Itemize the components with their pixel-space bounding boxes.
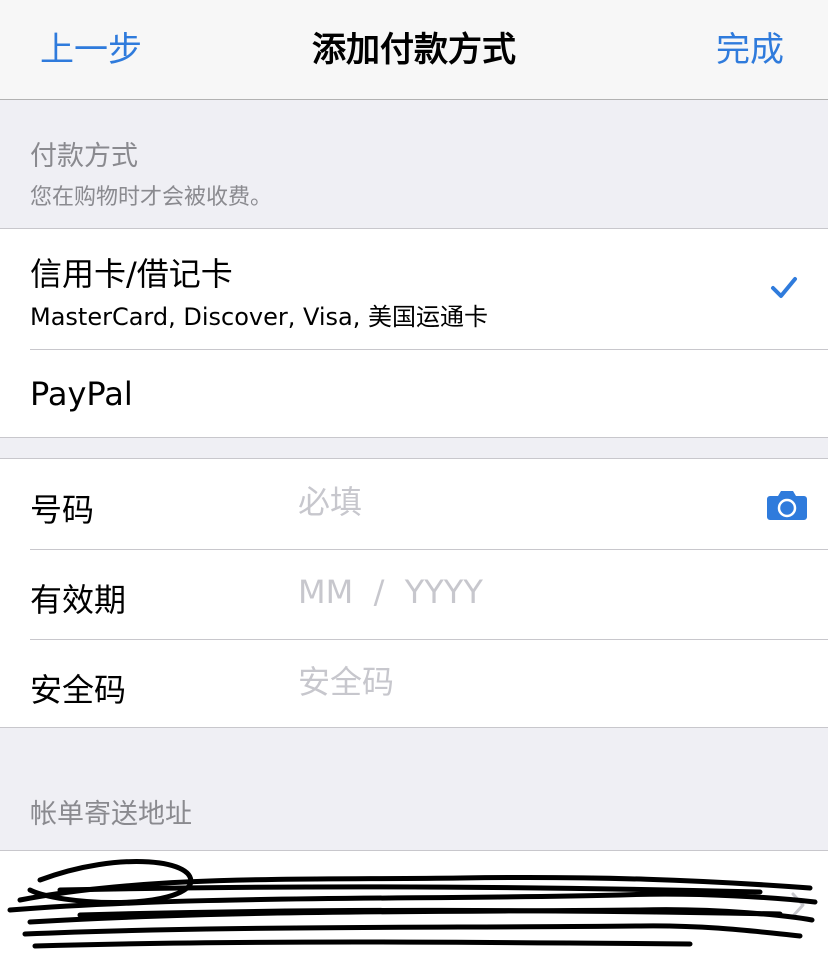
payment-method-paypal-title: PayPal <box>30 375 133 413</box>
security-code-input[interactable] <box>298 663 738 701</box>
expiry-input[interactable] <box>298 573 738 611</box>
security-code-label: 安全码 <box>30 671 127 709</box>
payment-method-card-title: 信用卡/借记卡 <box>30 255 233 293</box>
payment-method-paypal[interactable]: PayPal <box>0 349 828 437</box>
payment-section-header: 付款方式 您在购物时才会被收费。 <box>30 134 272 211</box>
card-details-form: 号码 有效期 安全码 <box>0 458 828 728</box>
expiry-row: 有效期 <box>0 549 828 639</box>
security-code-row: 安全码 <box>0 639 828 727</box>
done-button[interactable]: 完成 <box>716 22 784 71</box>
billing-section-header: 帐单寄送地址 <box>30 792 192 831</box>
card-number-row: 号码 <box>0 459 828 549</box>
expiry-label: 有效期 <box>30 581 127 619</box>
billing-section-title: 帐单寄送地址 <box>30 799 192 830</box>
card-number-input[interactable] <box>298 483 738 521</box>
checkmark-icon <box>771 277 797 298</box>
page-title: 添加付款方式 <box>312 30 516 70</box>
payment-section-subtitle: 您在购物时才会被收费。 <box>30 185 273 210</box>
payment-method-card-subtitle: MasterCard, Discover, Visa, 美国运通卡 <box>30 303 489 331</box>
chevron-right-icon <box>791 892 805 918</box>
payment-section-title: 付款方式 <box>30 141 138 172</box>
navigation-bar: 上一步 添加付款方式 完成 <box>0 0 828 100</box>
billing-address-row[interactable] <box>0 850 828 961</box>
camera-icon[interactable] <box>766 489 808 521</box>
payment-methods-list: 信用卡/借记卡 MasterCard, Discover, Visa, 美国运通… <box>0 228 828 438</box>
payment-method-card[interactable]: 信用卡/借记卡 MasterCard, Discover, Visa, 美国运通… <box>0 229 828 349</box>
card-number-label: 号码 <box>30 491 95 529</box>
